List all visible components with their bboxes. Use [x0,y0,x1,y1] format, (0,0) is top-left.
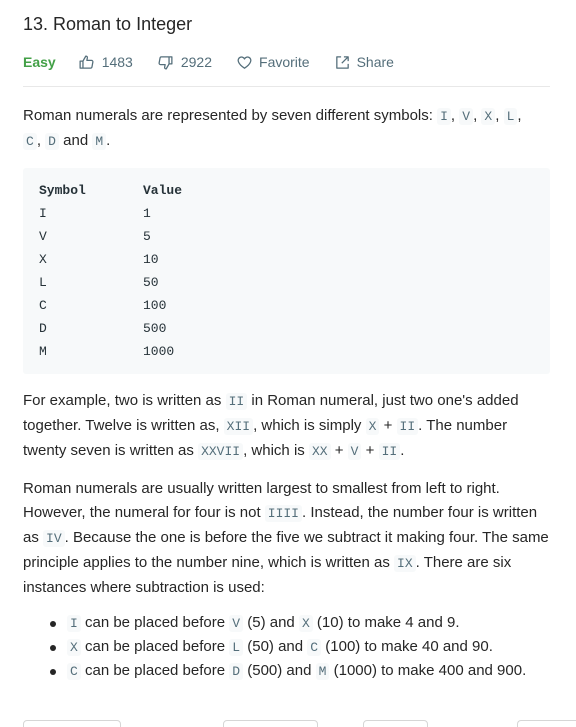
list-item: C can be placed before D (500) and M (10… [23,659,563,683]
table-row: C 100 [39,298,167,313]
code-M: M [92,133,107,150]
header-value: Value [143,183,183,198]
favorite-button[interactable]: Favorite [236,54,310,71]
table-row: D 500 [39,321,167,336]
toolbar-button[interactable] [223,720,318,727]
share-button[interactable]: Share [334,54,394,71]
symbol-value-table: Symbol Value I1 V5 X 10 L 50 C 100 D 500 M 10… [23,168,550,374]
description-paragraph-3: Roman numerals are usually written large… [23,480,549,596]
description-paragraph-1: Roman numerals are represented by seven … [23,107,522,150]
table-row: M 1000 [39,344,175,359]
heart-icon [237,55,252,69]
difficulty-badge: Easy [23,54,56,70]
thumbs-up-icon [79,54,94,69]
problem-meta-bar: Easy 1483 2922 Favorite Share [23,52,418,72]
list-item: I can be placed before V (5) and X (10) … [23,611,563,635]
table-row: V5 [39,229,151,244]
like-count: 1483 [101,54,133,70]
share-icon [335,55,349,69]
toolbar-button[interactable] [517,720,576,727]
subtraction-rules-list: I can be placed before V (5) and X (10) … [23,611,563,683]
code-L: L [503,108,518,125]
header-symbol: Symbol [39,183,86,198]
toolbar-button[interactable] [363,720,428,727]
table-row: X 10 [39,252,159,267]
bottom-toolbar [0,712,576,727]
list-item: X can be placed before L (50) and C (100… [23,635,563,659]
code-D: D [45,133,59,150]
code-V: V [459,108,474,125]
dislike-count: 2922 [180,54,213,70]
table-row: L 50 [39,275,159,290]
favorite-label: Favorite [259,54,310,70]
table-header: Symbol Value [39,179,534,202]
description-paragraph-2: For example, two is written as II in Rom… [23,392,519,460]
code-X: X [481,108,496,125]
header-divider [23,86,550,87]
code-I: I [437,108,451,125]
dislike-button[interactable]: 2922 [157,54,212,71]
table-row: I1 [39,206,151,221]
thumbs-down-icon [158,55,173,70]
share-label: Share [356,54,394,70]
code-C: C [23,133,37,150]
like-button[interactable]: 1483 [78,54,133,71]
toolbar-button[interactable] [23,720,121,727]
problem-title: 13. Roman to Integer [23,14,193,34]
